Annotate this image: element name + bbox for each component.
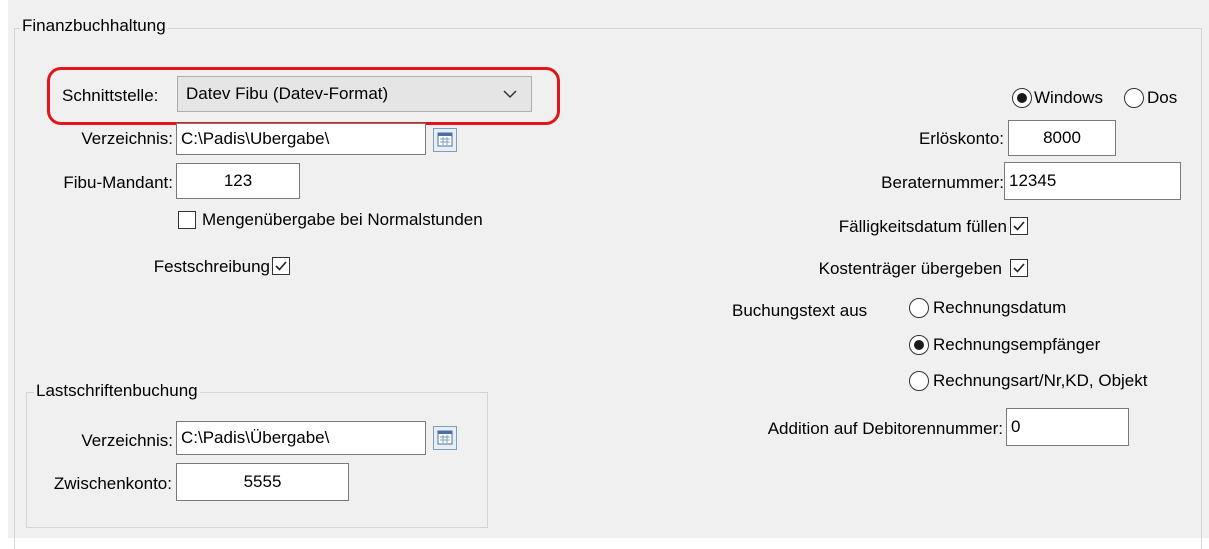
rechnungsart-label: Rechnungsart/Nr,KD, Objekt (933, 371, 1148, 390)
finanzbuchhaltung-title: Finanzbuchhaltung (20, 16, 168, 36)
erloes-input[interactable]: 8000 (1008, 120, 1116, 156)
rechnungsart-radio[interactable] (909, 371, 929, 391)
lastschrift-verzeichnis-input[interactable]: C:\Padis\Übergabe\ (176, 421, 426, 455)
radio-selected-dot (1017, 93, 1027, 103)
lastschriftenbuchung-title: Lastschriftenbuchung (34, 381, 200, 401)
lastschriftenbuchung-group (26, 392, 488, 528)
verzeichnis-input[interactable]: C:\Padis\Ubergabe\ (176, 123, 426, 155)
festschreibung-label: Festschreibung (153, 257, 270, 276)
schnittstelle-label: Schnittstelle: (62, 86, 159, 105)
mandant-label: Fibu-Mandant: (63, 173, 173, 192)
mengen-checkbox[interactable] (178, 211, 196, 229)
mengen-label: Mengenübergabe bei Normalstunden (202, 210, 483, 229)
buchung-label: Buchungstext aus (732, 301, 868, 320)
rechnungsdatum-label: Rechnungsdatum (933, 298, 1067, 317)
erloes-label: Erlöskonto: (918, 129, 1004, 148)
folder-browse-icon[interactable] (433, 426, 457, 450)
schnittstelle-value: Datev Fibu (Datev-Format) (186, 84, 389, 103)
zwischenkonto-input[interactable]: 5555 (176, 463, 349, 501)
windows-label: Windows (1034, 88, 1103, 107)
kosten-checkbox[interactable] (1010, 259, 1028, 277)
kosten-label: Kostenträger übergeben (818, 259, 1002, 278)
faellig-label: Fälligkeitsdatum füllen (838, 217, 1007, 236)
berater-input[interactable]: 12345 (1004, 162, 1181, 200)
rechnungsempfaenger-label: Rechnungsempfänger (933, 335, 1101, 354)
addition-input[interactable]: 0 (1006, 408, 1129, 446)
faellig-checkbox[interactable] (1010, 217, 1028, 235)
dos-label: Dos (1147, 88, 1178, 107)
folder-browse-icon[interactable] (433, 128, 457, 152)
zwischenkonto-label: Zwischenkonto: (53, 474, 172, 493)
festschreibung-checkbox[interactable] (272, 257, 290, 275)
chevron-down-icon (503, 77, 517, 123)
berater-label: Beraternummer: (881, 173, 1004, 192)
rechnungsdatum-radio[interactable] (909, 298, 929, 318)
addition-label: Addition auf Debitorennummer: (767, 419, 1003, 438)
radio-selected-dot (914, 340, 924, 350)
schnittstelle-select[interactable]: Datev Fibu (Datev-Format) (177, 76, 532, 112)
mandant-input[interactable]: 123 (176, 163, 300, 199)
verzeichnis-label: Verzeichnis: (81, 129, 173, 148)
rechnungsempfaenger-radio[interactable] (909, 335, 929, 355)
dos-radio[interactable] (1124, 88, 1144, 108)
windows-radio[interactable] (1012, 88, 1032, 108)
lastschrift-verzeichnis-label: Verzeichnis: (81, 431, 173, 450)
